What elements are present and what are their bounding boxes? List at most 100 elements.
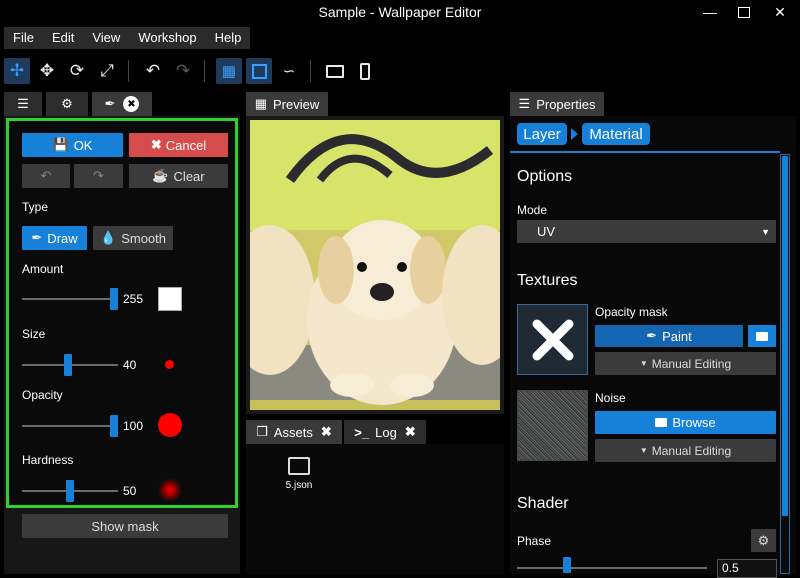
cancel-label: Cancel [165,137,207,153]
ok-label: OK [73,137,93,153]
amount-slider-thumb[interactable] [110,288,118,310]
mode-label: Mode [517,203,548,217]
manual-editing-button-1[interactable]: ▼ Manual Editing [595,352,776,375]
phase-slider-track[interactable] [517,567,707,569]
image-icon: ▦ [254,96,268,111]
undo-icon: ↶ [40,168,52,183]
brush-redo-button[interactable]: ↷ [74,164,123,188]
size-slider-thumb[interactable] [64,354,72,376]
cancel-x-icon: ✖ [150,137,162,152]
caret-down-icon: ▼ [639,359,648,368]
cancel-button[interactable]: ✖ Cancel [129,133,228,157]
close-log-icon[interactable]: ✖ [405,424,416,440]
drop-icon: 💧 [100,230,117,245]
tab-close-icon[interactable]: ✖ [123,96,140,112]
tab-layers[interactable]: ☰ [4,92,42,116]
opacity-slider-thumb[interactable] [110,415,118,437]
amount-label: Amount [22,262,64,276]
menu-edit[interactable]: Edit [43,27,83,49]
rotate-tool-icon[interactable]: ⟳ [64,58,90,84]
wallpaper-preview-image[interactable] [250,120,500,410]
maximize-icon[interactable] [724,0,764,24]
menu-view[interactable]: View [83,27,129,49]
close-icon[interactable]: ✕ [760,0,800,24]
redo-icon[interactable]: ↷ [170,58,196,84]
move-tool-icon[interactable]: ✥ [34,58,60,84]
close-assets-icon[interactable]: ✖ [321,424,332,440]
menu-bar: File Edit View Workshop Help [4,27,251,49]
grid-icon[interactable]: ▦ [216,58,242,84]
folder-icon [756,331,768,341]
opacity-slider-track[interactable] [22,425,118,427]
phase-input-value: 0.5 [722,561,739,575]
mode-select[interactable]: UV ▼ [517,220,776,243]
breadcrumb-underline [510,151,780,153]
noise-thumbnail[interactable] [517,390,588,461]
opacity-preview-dot [158,413,182,437]
breadcrumb-material[interactable]: Material [582,123,650,145]
menu-help[interactable]: Help [206,27,251,49]
tab-log[interactable]: >_ Log ✖ [344,420,426,444]
tab-settings[interactable]: ⚙ [46,92,88,116]
assets-tab-label: Assets [273,424,313,440]
browse-label: Browse [672,415,716,430]
select-tool-icon[interactable]: ✢ [4,58,30,84]
phase-input[interactable]: 0.5 [717,559,777,578]
paint-label: Paint [662,328,692,344]
title-bar: Sample - Wallpaper Editor [0,0,800,24]
chart-icon[interactable]: ∽ [276,58,302,84]
smooth-label: Smooth [121,230,166,246]
bounds-icon[interactable] [246,58,272,84]
folder-icon [655,418,668,427]
toolbar-separator [204,60,205,82]
browse-button[interactable]: Browse [595,411,776,434]
desktop-icon[interactable] [322,58,348,84]
brush-icon: ✒ [646,328,658,343]
asset-item-json[interactable]: 5.json [284,457,314,491]
options-heading: Options [517,168,573,185]
gear-icon: ⚙ [757,532,770,548]
window-title: Sample - Wallpaper Editor [318,4,482,20]
brush-undo-button[interactable]: ↶ [22,164,70,188]
opacity-label: Opacity [22,388,63,402]
layers-icon: ☰ [17,96,29,111]
tab-preview[interactable]: ▦ Preview [246,92,328,116]
size-value: 40 [123,358,137,372]
hardness-label: Hardness [22,453,74,467]
phase-slider-thumb[interactable] [563,557,571,573]
show-mask-button[interactable]: Show mask [22,514,228,538]
save-icon: 💾 [52,137,69,152]
menu-file[interactable]: File [4,27,43,49]
tab-assets[interactable]: ❐ Assets ✖ [246,420,342,444]
phase-settings-button[interactable]: ⚙ [751,529,776,552]
eraser-icon: ☕ [152,168,169,183]
hardness-preview-dot [158,478,182,502]
files-icon: ❐ [256,424,268,439]
hardness-slider-thumb[interactable] [66,480,74,502]
open-folder-button[interactable] [748,325,776,347]
tab-brush[interactable]: ✒ ✖ [92,92,152,116]
menu-workshop[interactable]: Workshop [129,27,205,49]
paint-button[interactable]: ✒ Paint [595,325,743,347]
clear-button[interactable]: ☕ Clear [129,164,228,188]
amount-value: 255 [123,292,144,306]
noise-label: Noise [595,391,626,405]
amount-color-swatch[interactable] [158,287,182,311]
opacity-mask-thumbnail[interactable] [517,304,588,375]
ok-button[interactable]: 💾 OK [22,133,123,157]
breadcrumb-material-label: Material [589,125,643,143]
scale-tool-icon[interactable]: ⤢ [94,58,120,84]
terminal-icon: >_ [354,424,370,440]
tab-properties[interactable]: ☰ Properties [510,92,604,116]
breadcrumb-layer[interactable]: Layer [517,123,567,145]
manual-editing-button-2[interactable]: ▼ Manual Editing [595,439,776,462]
smooth-button[interactable]: 💧 Smooth [93,226,173,250]
toolbar-separator [310,60,311,82]
draw-button[interactable]: ✒ Draw [22,226,87,250]
properties-scrollbar-thumb[interactable] [782,156,788,516]
undo-icon[interactable]: ↶ [140,58,166,84]
image-file-icon [288,457,310,475]
mobile-icon[interactable] [352,58,378,84]
amount-slider-track[interactable] [22,298,118,300]
type-label: Type [22,200,49,214]
